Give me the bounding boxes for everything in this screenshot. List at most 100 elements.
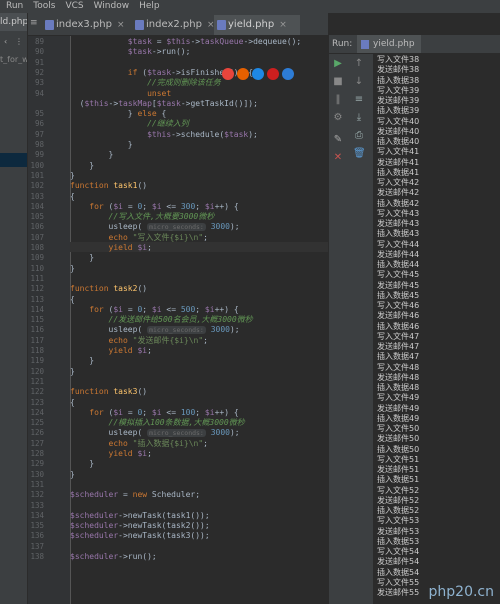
line-number: 121 — [30, 376, 44, 386]
project-tab[interactable]: ld.php — [0, 13, 27, 31]
console-line: 发送邮件41 — [377, 157, 420, 167]
code-line: 125 //模拟插入100条数据,大概3000微秒 — [28, 418, 328, 428]
stop-icon[interactable]: ■ — [332, 76, 344, 88]
console-line: 写入文件44 — [377, 239, 420, 249]
line-number: 100 — [30, 160, 44, 170]
code-text: $scheduler->newTask(task1()); — [70, 510, 210, 520]
console-line: 发送邮件52 — [377, 495, 420, 505]
close-icon[interactable]: ✕ — [332, 152, 344, 164]
code-text: //写入文件,大概要3000微秒 — [108, 212, 215, 222]
code-line: 117 echo "发送邮件{$i}\n"; — [28, 336, 328, 346]
chrome-icon[interactable] — [222, 68, 234, 80]
code-line: 118 yield $i; — [28, 346, 328, 356]
tab-index3-php[interactable]: index3.php × — [42, 15, 130, 35]
tab-yield-php[interactable]: yield.php × — [214, 15, 300, 35]
console-line: 插入数据51 — [377, 475, 420, 485]
code-text: } — [70, 263, 75, 273]
clear-all-icon[interactable]: 🗑 — [353, 148, 366, 160]
php-file-icon — [135, 20, 144, 30]
console-line: 插入数据47 — [377, 352, 420, 362]
project-panel: ld.php ‹ ⋮ t_for_w — [0, 13, 28, 604]
tab-label: index3.php — [56, 19, 112, 30]
code-text: $scheduler->newTask(task2()); — [70, 521, 210, 531]
code-line: 135 $scheduler->newTask(task2()); — [28, 521, 328, 531]
pin-icon[interactable]: ✎ — [332, 134, 344, 146]
console-line: 发送邮件51 — [377, 465, 420, 474]
code-line: 111 — [28, 274, 328, 284]
console-line: 发送邮件50 — [377, 434, 420, 444]
print-icon[interactable]: ⎙ — [353, 130, 365, 142]
pause-icon[interactable]: ‖ — [332, 94, 344, 106]
code-text: for ($i = 0; $i <= 300; $i++) { — [89, 201, 239, 211]
chevron-right-icon[interactable]: ‹ — [4, 37, 7, 46]
console-line: 插入数据39 — [377, 106, 420, 116]
code-text: unset — [147, 88, 172, 98]
safari-icon[interactable] — [252, 68, 264, 80]
firefox-icon[interactable] — [237, 68, 249, 80]
ie-icon[interactable] — [282, 68, 294, 80]
close-tab-icon[interactable]: × — [279, 20, 287, 30]
soft-wrap-icon[interactable]: ≡ — [353, 94, 365, 106]
code-text: $scheduler->run(); — [70, 552, 157, 561]
console-line: 发送邮件43 — [377, 219, 420, 228]
code-text: } — [70, 140, 133, 149]
line-number: 104 — [30, 201, 44, 211]
code-text: $task->run(); — [127, 47, 191, 57]
menu-bar: Run Tools VCS Window Help — [0, 0, 500, 13]
code-line: 95 } else { — [28, 109, 328, 119]
console-line: 发送邮件53 — [377, 526, 420, 536]
console-line: 发送邮件40 — [377, 126, 420, 136]
code-editor[interactable]: 89 $task = $this->taskQueue->dequeue(); 9… — [28, 36, 328, 604]
code-line: 121 — [28, 377, 328, 387]
line-number: 94 — [34, 88, 44, 98]
opera-icon[interactable] — [267, 68, 279, 80]
line-number: 89 — [34, 37, 44, 46]
code-line: 98 } — [28, 140, 328, 150]
code-text: function task3() — [70, 387, 148, 397]
code-line: 128 yield $i; — [28, 449, 328, 459]
code-line: 97 $this->schedule($task); — [28, 130, 328, 140]
code-line: 89 $task = $this->taskQueue->dequeue(); — [28, 37, 328, 47]
code-line: 100 } — [28, 161, 328, 171]
chevron-right-icon[interactable]: ⋮ — [15, 37, 23, 46]
tab-label: yield.php — [228, 19, 275, 30]
rerun-icon[interactable]: ▶ — [332, 58, 344, 70]
code-text: echo "发送邮件{$i}\n"; — [108, 335, 208, 345]
down-arrow-icon[interactable]: ↓ — [353, 76, 365, 88]
line-number: 138 — [30, 552, 44, 561]
code-text: usleep( micro_seconds: 3000); — [70, 428, 240, 438]
menu-item[interactable]: Help — [139, 0, 160, 13]
code-text: yield $i; — [108, 346, 152, 355]
console-line: 发送邮件48 — [377, 372, 420, 382]
menu-item[interactable]: VCS — [65, 0, 83, 13]
menu-item[interactable]: Tools — [33, 0, 55, 13]
console-line: 写入文件47 — [377, 331, 420, 341]
console-line: 发送邮件47 — [377, 342, 420, 351]
run-panel-header: Run: yield.php — [329, 35, 500, 53]
settings-icon[interactable]: ⚙ — [332, 112, 344, 124]
menu-item[interactable]: Run — [6, 0, 23, 13]
code-line: 131 — [28, 480, 328, 490]
code-line: 105 //写入文件,大概要3000微秒 — [28, 212, 328, 222]
console-line: 发送邮件45 — [377, 280, 420, 290]
project-file-item[interactable]: t_for_w — [0, 55, 27, 64]
tab-scroll-left-icon[interactable]: ≡ — [30, 18, 38, 28]
console-output[interactable]: 写入文件38 发送邮件38 插入数据38 写入文件39 发送邮件39 插入数据39 写入文件… — [374, 54, 500, 604]
line-number: 102 — [30, 181, 44, 191]
console-line: 插入数据38 — [377, 75, 420, 85]
code-line: ($this->taskMap[$task->getTaskId()]); — [28, 99, 328, 109]
line-number: 129 — [30, 459, 44, 469]
editor-tab-bar: ≡ index3.php × index2.php × yield.php × — [28, 13, 328, 36]
line-number: 114 — [30, 304, 44, 314]
scroll-to-end-icon[interactable]: ⤓ — [353, 112, 365, 124]
up-arrow-icon[interactable]: ↑ — [353, 58, 365, 70]
code-text: $scheduler = new Scheduler; — [70, 490, 201, 500]
code-text: } else { — [70, 109, 167, 119]
menu-item[interactable]: Window — [94, 0, 130, 13]
run-tab[interactable]: yield.php — [357, 35, 421, 53]
tab-index2-php[interactable]: index2.php × — [132, 15, 214, 35]
line-number: 136 — [30, 531, 44, 541]
close-tab-icon[interactable]: × — [117, 20, 125, 30]
line-number: 103 — [30, 191, 44, 201]
console-line: 写入文件53 — [377, 516, 420, 526]
